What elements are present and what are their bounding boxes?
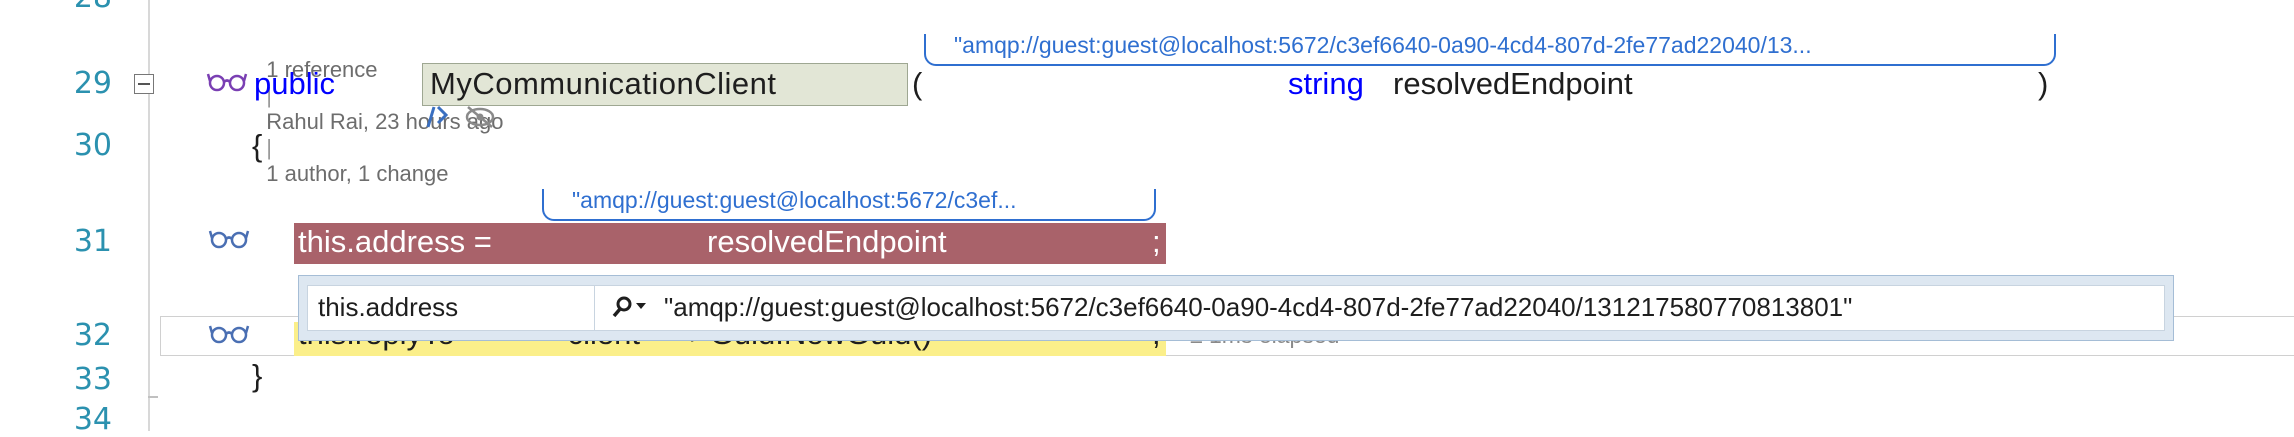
magnifier-dropdown-icon[interactable] (608, 294, 648, 322)
peek-definition-icon[interactable] (424, 101, 504, 131)
param-type: string (1288, 66, 1364, 101)
close-brace: } (252, 358, 263, 393)
glasses-icon[interactable] (206, 70, 248, 92)
gutter-divider (148, 0, 150, 431)
statement-semicolon: ; (1152, 224, 1161, 259)
datatip-column-divider (594, 286, 595, 330)
codelens-changes[interactable]: 1 author, 1 change (266, 161, 448, 186)
assignment-rhs[interactable]: resolvedEndpoint (707, 224, 947, 260)
assignment-lhs[interactable]: this.address = (298, 224, 492, 260)
keyword-public: public (254, 66, 335, 101)
open-paren: ( (912, 66, 923, 101)
datatip-popup[interactable]: this.address "amqp://guest:guest@localho… (298, 275, 2174, 341)
line-number-30: 30 (73, 128, 112, 163)
codelens-separator: | (266, 135, 272, 160)
close-paren: ) (2038, 66, 2049, 101)
outline-end-tick (148, 396, 158, 398)
line-number-32: 32 (73, 318, 112, 353)
param-name[interactable]: resolvedEndpoint (1393, 66, 1633, 102)
pinned-datatip-address[interactable]: "amqp://guest:guest@localhost:5672/c3ef.… (542, 189, 1156, 221)
line-number-34: 34 (73, 402, 112, 437)
constructor-name[interactable]: MyCommunicationClient (430, 66, 776, 102)
line-number-28: 28 (62, 0, 112, 15)
datatip-value[interactable]: "amqp://guest:guest@localhost:5672/c3ef6… (664, 292, 1852, 323)
line-number-29: 29 (73, 66, 112, 101)
datatip-expression[interactable]: this.address (318, 292, 458, 323)
open-brace: { (252, 128, 263, 163)
glasses-icon[interactable] (208, 227, 250, 249)
line-number-33: 33 (73, 362, 112, 397)
collapse-toggle[interactable] (134, 74, 154, 94)
pinned-datatip-ctor[interactable]: "amqp://guest:guest@localhost:5672/c3ef6… (924, 34, 2056, 66)
line-number-31: 31 (73, 224, 112, 259)
datatip-row[interactable]: this.address "amqp://guest:guest@localho… (307, 285, 2165, 331)
